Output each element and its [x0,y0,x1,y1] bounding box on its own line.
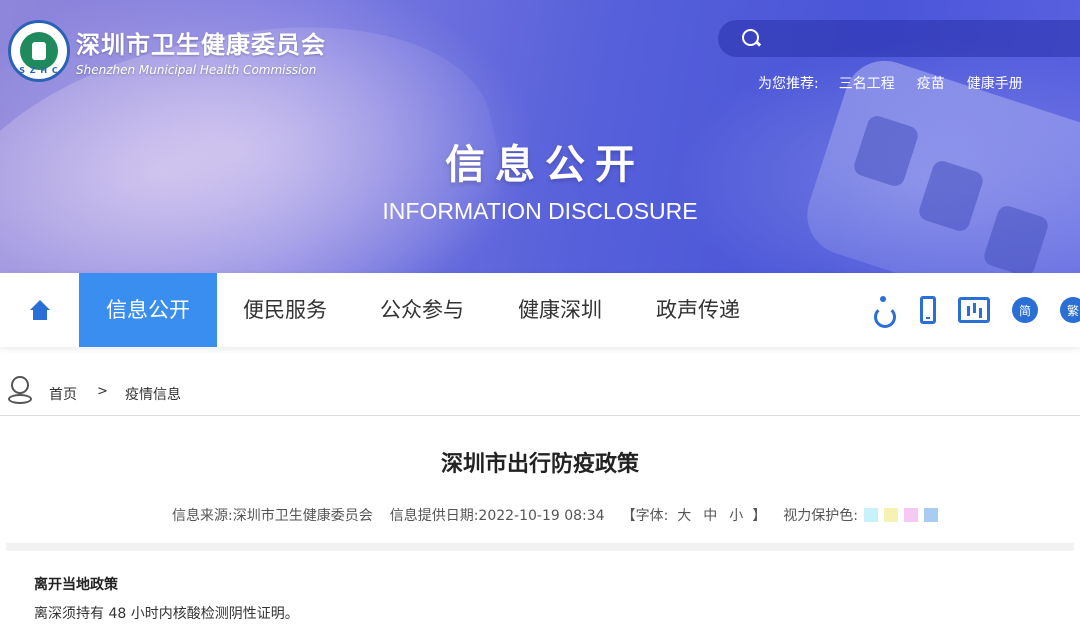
home-icon [29,300,51,320]
recommend-link-vaccine[interactable]: 疫苗 [917,73,945,93]
breadcrumb-separator: > [97,384,108,399]
recommend-link-handbook[interactable]: 健康手册 [967,73,1023,93]
eye-color-swatch-pink[interactable] [904,508,919,522]
article-meta: 信息来源:深圳市卫生健康委员会 信息提供日期:2022-10-19 08:34 … [0,505,1080,525]
search-bar [718,20,1080,57]
header-banner: S Z H C 深圳市卫生健康委员会 Shenzhen Municipal He… [0,0,1080,273]
article-date: 信息提供日期:2022-10-19 08:34 [389,508,605,524]
mobile-button[interactable] [920,296,936,324]
font-size-small[interactable]: 小 [729,505,743,525]
nav-item-government-voice[interactable]: 政声传递 [629,273,767,347]
simplified-chinese-icon: 简 [1012,297,1038,323]
nav-item-public-participation[interactable]: 公众参与 [353,273,491,347]
logo-title-cn: 深圳市卫生健康委员会 [76,31,326,59]
article-title: 深圳市出行防疫政策 [440,452,639,477]
search-input[interactable] [770,20,1080,57]
article-source: 信息来源:深圳市卫生健康委员会 [171,508,373,524]
site-logo[interactable]: S Z H C 深圳市卫生健康委员会 Shenzhen Municipal He… [8,20,326,82]
font-size-large[interactable]: 大 [677,505,691,525]
banner-title: 信息公开 [445,141,645,188]
mobile-phone-icon [920,296,936,324]
eye-color-swatch-blue[interactable] [924,508,939,522]
eye-color-swatch-cyan[interactable] [864,508,879,522]
recommend-label: 为您推荐: [758,76,819,92]
article-paragraph: 离深须持有 48 小时内核酸检测阴性证明。 [34,606,299,622]
nav-item-public-services[interactable]: 便民服务 [217,273,353,347]
section-heading: 离开当地政策 [34,577,118,593]
logo-title-en: Shenzhen Municipal Health Commission [76,63,317,77]
traditional-chinese-icon: 繁 [1060,297,1080,323]
eye-color-swatch-yellow[interactable] [884,508,899,522]
data-chart-button[interactable] [958,297,990,323]
main-nav: 信息公开 便民服务 公众参与 健康深圳 政声传递 简 繁 [0,273,1080,347]
font-size-open: 【字体: [621,508,669,524]
bar-chart-icon [958,297,990,323]
accessibility-button[interactable] [872,296,898,328]
logo-emblem-text: S Z H C [19,66,59,75]
font-size-medium[interactable]: 中 [703,505,717,525]
nav-item-healthy-shenzhen[interactable]: 健康深圳 [491,273,629,347]
eye-protection-label: 视力保护色: [783,508,859,524]
breadcrumb-current[interactable]: 疫情信息 [125,384,181,404]
search-icon[interactable] [742,28,762,49]
logo-emblem-icon: S Z H C [8,20,70,82]
banner-subtitle: INFORMATION DISCLOSURE [382,198,698,224]
nav-item-information-disclosure[interactable]: 信息公开 [79,273,217,347]
wheelchair-icon [872,296,898,328]
recommend-link-sanming[interactable]: 三名工程 [839,73,895,93]
font-size-close: 】 [752,508,767,524]
content-divider [6,543,1074,551]
breadcrumb: 首页 > 疫情信息 [0,376,1080,416]
nav-home[interactable] [0,273,80,347]
traditional-chinese-button[interactable]: 繁 [1060,297,1080,323]
breadcrumb-home[interactable]: 首页 [49,384,77,404]
simplified-chinese-button[interactable]: 简 [1012,297,1038,323]
recommend-bar: 为您推荐: 三名工程 疫苗 健康手册 [758,73,1045,93]
location-pin-icon [8,376,32,404]
nav-tools: 简 繁 [850,273,1080,347]
